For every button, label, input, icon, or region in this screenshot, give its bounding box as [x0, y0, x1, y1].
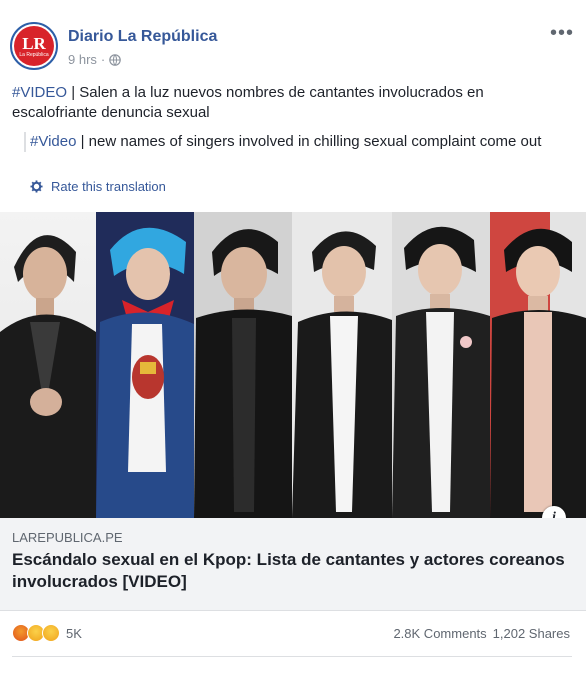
reactions-count: 5K: [66, 625, 82, 641]
page-name-link[interactable]: Diario La República: [68, 28, 217, 46]
link-domain: LAREPUBLICA.PE: [12, 530, 123, 545]
divider: [12, 656, 572, 657]
post-hashtag-link[interactable]: #VIDEO: [12, 84, 67, 101]
link-preview-image[interactable]: [0, 212, 586, 518]
photo-panel: [194, 212, 292, 518]
more-options-icon[interactable]: •••: [550, 23, 574, 43]
post-meta: 9 hrs ·: [68, 52, 122, 67]
photo-panel: [292, 212, 392, 518]
post-message-text: | Salen a la luz nuevos nombres de canta…: [12, 84, 484, 121]
logo-text: LR: [22, 33, 46, 53]
translation-hashtag-link[interactable]: #Video: [30, 133, 76, 150]
post-header: LR La República Diario La República 9 hr…: [10, 22, 576, 72]
wow-reaction-icon: [42, 624, 60, 642]
rate-translation-label: Rate this translation: [51, 179, 166, 194]
rate-translation-link[interactable]: Rate this translation: [30, 179, 166, 194]
photo-panel: [0, 212, 96, 518]
page-avatar[interactable]: LR La República: [10, 22, 58, 70]
photo-panel: [490, 212, 586, 518]
meta-separator: ·: [100, 52, 106, 67]
post-message: #VIDEO | Salen a la luz nuevos nombres d…: [12, 83, 572, 123]
engagement-counts: 2.8K Comments 1,202 Shares: [393, 626, 570, 641]
globe-icon: [109, 53, 122, 66]
photo-panel: [96, 212, 194, 518]
link-preview-caption[interactable]: LAREPUBLICA.PE Escándalo sexual en el Kp…: [0, 518, 586, 611]
link-title: Escándalo sexual en el Kpop: Lista de ca…: [12, 550, 565, 591]
shares-count-link[interactable]: 1,202 Shares: [493, 626, 570, 641]
logo-subtext: La República: [19, 51, 49, 58]
page-logo: LR La República: [14, 26, 54, 66]
comments-count-link[interactable]: 2.8K Comments: [393, 626, 486, 641]
translation-text: | new names of singers involved in chill…: [76, 133, 542, 150]
post-time[interactable]: 9 hrs: [68, 52, 97, 67]
gear-icon: [30, 180, 43, 193]
photo-panel: [392, 212, 490, 518]
translated-message: #Video | new names of singers involved i…: [24, 132, 578, 152]
reactions-summary[interactable]: 5K: [12, 624, 82, 642]
